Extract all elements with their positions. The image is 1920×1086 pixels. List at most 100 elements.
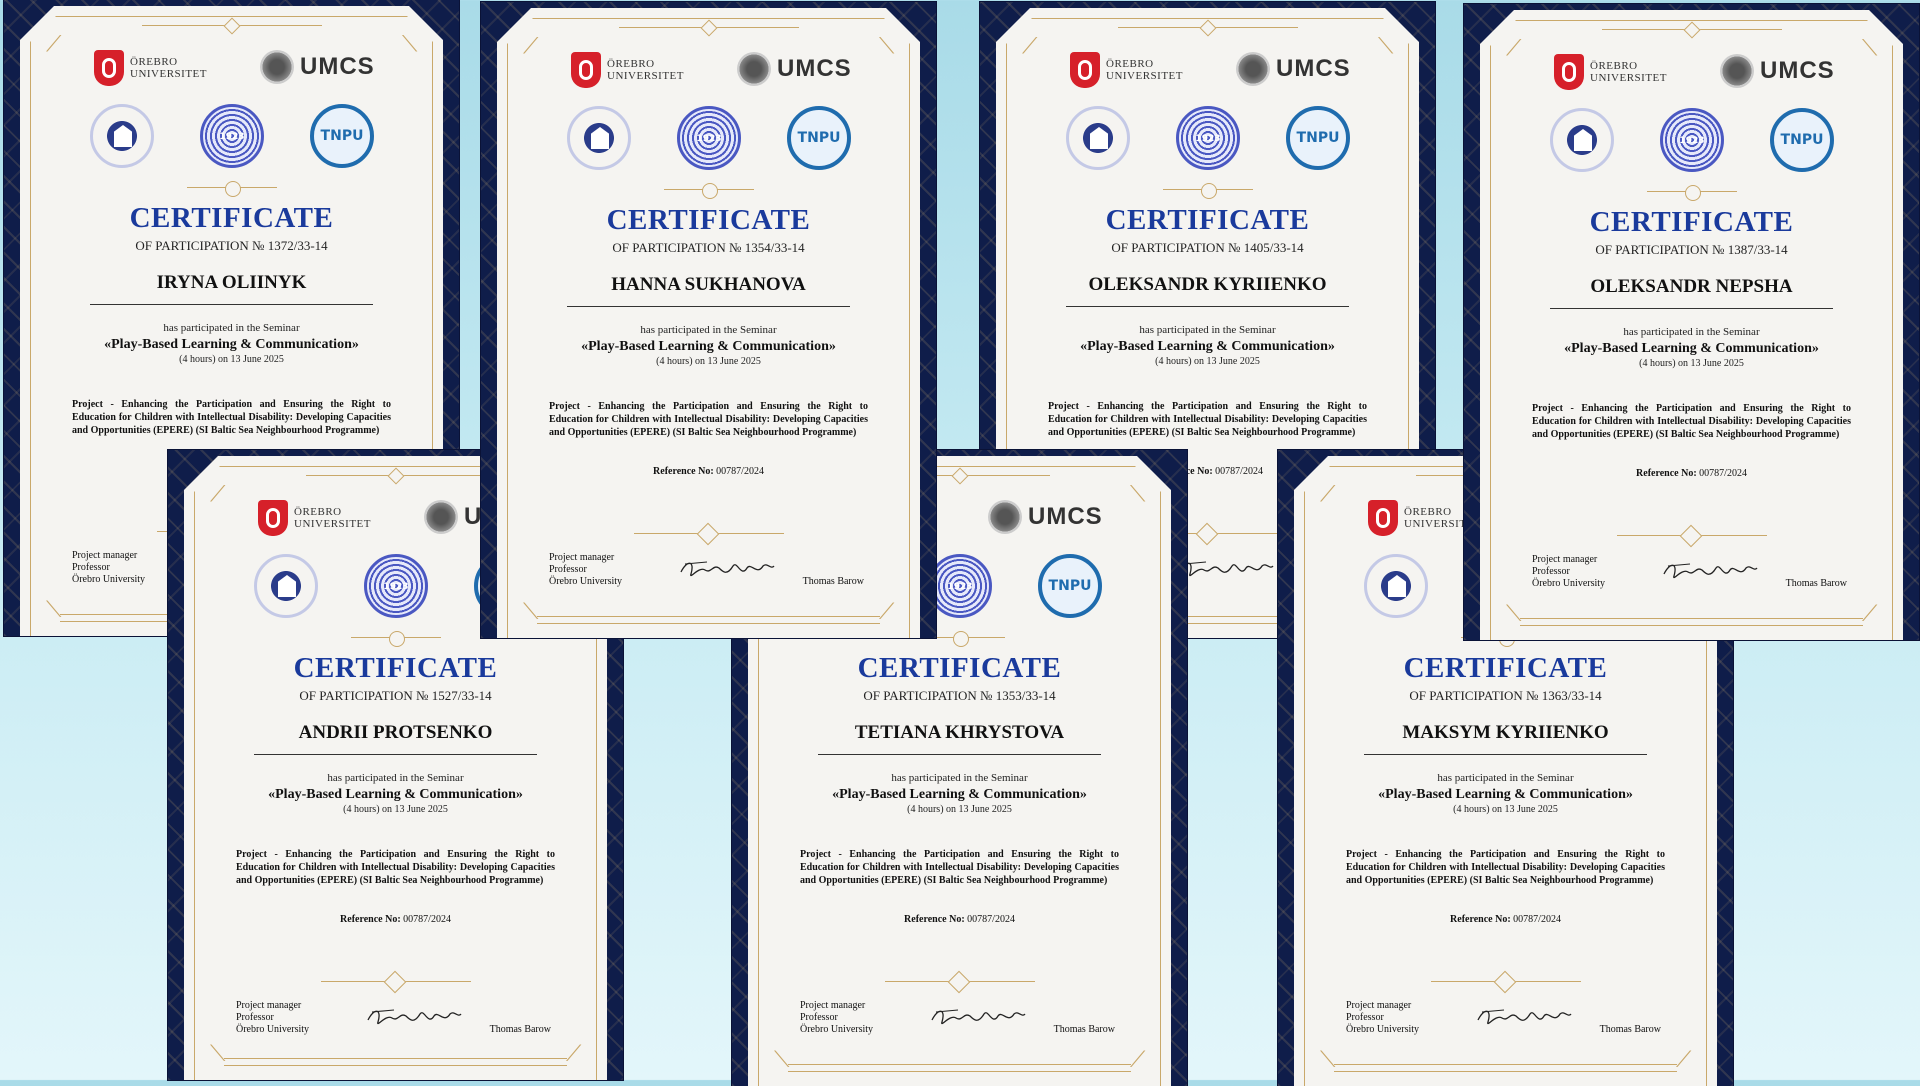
signer-name: Thomas Barow [1053,1024,1115,1035]
manager-org: Örebro University [72,574,146,585]
signer-name: Thomas Barow [802,576,864,587]
participation-text: has participated in the Seminar [1437,772,1574,784]
certificate-paper: ⟋ ⟋ ⟋ ⟋ ÖREBRO UNIVERSITET UMCS CERTIFIC… [497,8,920,638]
orebro-line1: ÖREBRO [1106,58,1154,70]
seminar-hours: (4 hours) on 13 June 2025 [907,804,1012,815]
reference-label: Reference No: [904,914,965,925]
participation-text: has participated in the Seminar [327,772,464,784]
eagle-emblem-icon [260,50,294,84]
seminar-title: «Play-Based Learning & Communication» [1080,339,1335,354]
manager-org: Örebro University [236,1024,310,1035]
reference-value: 00787/2024 [403,914,451,925]
participation-text: has participated in the Seminar [640,324,777,336]
seminar-hours: (4 hours) on 13 June 2025 [1639,358,1744,369]
signature-ornament [1617,528,1767,542]
project-description: Project - Enhancing the Participation an… [236,849,555,886]
eagle-emblem-icon [737,52,771,86]
reference-value: 00787/2024 [716,466,764,477]
recipient-name: OLEKSANDR KYRIIENKO [1066,274,1349,307]
orebro-line2: UNIVERSITET [294,518,371,530]
certificate-title: CERTIFICATE [1403,652,1608,684]
corner-ornament-icon: ⟋ [565,1039,581,1064]
project-manager-block: Project manager Professor Örebro Univers… [1532,554,1605,590]
top-ornament [306,470,486,480]
project-manager-block: Project manager Professor Örebro Univers… [236,1000,309,1036]
top-ornament [1118,22,1298,32]
project-manager-block: Project manager Professor Örebro Univers… [549,552,622,588]
certificate-paper: ⟋ ⟋ ⟋ ⟋ ÖREBRO UNIVERSITET UMCS CERTIFIC… [1480,10,1903,640]
certificate-subtitle: OF PARTICIPATION № 1527/33-14 [299,688,492,703]
participation-text: has participated in the Seminar [163,322,300,334]
seminar-title: «Play-Based Learning & Communication» [1378,787,1633,802]
seal-row [1480,108,1903,178]
project-description: Project - Enhancing the Participation an… [800,849,1119,886]
university-1923-seal-icon [677,106,741,170]
seminar-hours: (4 hours) on 13 June 2025 [179,354,284,365]
orebro-university-logo: ÖREBRO UNIVERSITET [258,500,371,536]
tnpu-seal-icon [1286,106,1350,170]
certificate-title: CERTIFICATE [1105,204,1310,236]
certificate-title: CERTIFICATE [129,202,334,234]
orebro-line1: ÖREBRO [294,506,342,518]
signature-image [928,1002,1028,1032]
signature-image [1176,554,1276,584]
divider-ornament [1647,188,1737,196]
university-1923-seal-icon [200,104,264,168]
reference-label: Reference No: [340,914,401,925]
orebro-shield-icon [571,52,601,88]
tnpu-seal-icon [310,104,374,168]
recipient-name: ANDRII PROTSENKO [254,722,537,755]
recipient-name: MAKSYM KYRIIENKO [1364,722,1647,755]
pedagogical-university-seal-icon [254,554,318,618]
pedagogical-university-seal-icon [1550,108,1614,172]
manager-org: Örebro University [1532,578,1606,589]
manager-title: Professor [1532,566,1570,577]
university-1923-seal-icon [928,554,992,618]
participation-text: has participated in the Seminar [891,772,1028,784]
pedagogical-university-seal-icon [567,106,631,170]
orebro-line2: UNIVERSITET [607,70,684,82]
orebro-line2: UNIVERSITET [130,68,207,80]
orebro-shield-icon [94,50,124,86]
signature-ornament [634,526,784,540]
signature-image [1474,1002,1574,1032]
reference-label: Reference No: [1636,468,1697,479]
divider-ornament [1163,186,1253,194]
project-description: Project - Enhancing the Participation an… [1048,401,1367,438]
reference-value: 00787/2024 [1215,466,1263,477]
orebro-university-logo: ÖREBRO UNIVERSITET [571,52,684,88]
manager-title: Professor [549,564,587,575]
eagle-emblem-icon [1720,54,1754,88]
manager-role: Project manager [236,1000,302,1011]
manager-role: Project manager [1346,1000,1412,1011]
seminar-title: «Play-Based Learning & Communication» [832,787,1087,802]
manager-title: Professor [1346,1012,1384,1023]
manager-role: Project manager [1532,554,1598,565]
bottom-ornament [1334,1064,1677,1072]
manager-role: Project manager [800,1000,866,1011]
reference-value: 00787/2024 [1513,914,1561,925]
tnpu-seal-icon [1770,108,1834,172]
umcs-logo: UMCS [1720,54,1835,88]
orebro-university-logo: ÖREBRO UNIVERSITET [1070,52,1183,88]
umcs-logo: UMCS [260,50,375,84]
manager-title: Professor [236,1012,274,1023]
recipient-name: HANNA SUKHANOVA [567,274,850,307]
reference-number: Reference No: 00787/2024 [748,914,1171,925]
signature-ornament [885,974,1035,988]
logo-row: ÖREBRO UNIVERSITET UMCS [20,46,443,88]
corner-ornament-icon: ⟋ [1675,1045,1691,1070]
certificate-title: CERTIFICATE [857,652,1062,684]
umcs-wordmark: UMCS [1276,55,1351,82]
reference-value: 00787/2024 [1699,468,1747,479]
signature-ornament [321,974,471,988]
top-ornament [1602,24,1782,34]
signer-name: Thomas Barow [489,1024,551,1035]
bottom-ornament [537,616,880,624]
corner-ornament-icon: ⟋ [878,597,894,622]
eagle-emblem-icon [424,500,458,534]
orebro-line2: UNIVERSITET [1106,70,1183,82]
certificate-title: CERTIFICATE [293,652,498,684]
certificate-subtitle: OF PARTICIPATION № 1353/33-14 [863,688,1056,703]
manager-org: Örebro University [1346,1024,1420,1035]
